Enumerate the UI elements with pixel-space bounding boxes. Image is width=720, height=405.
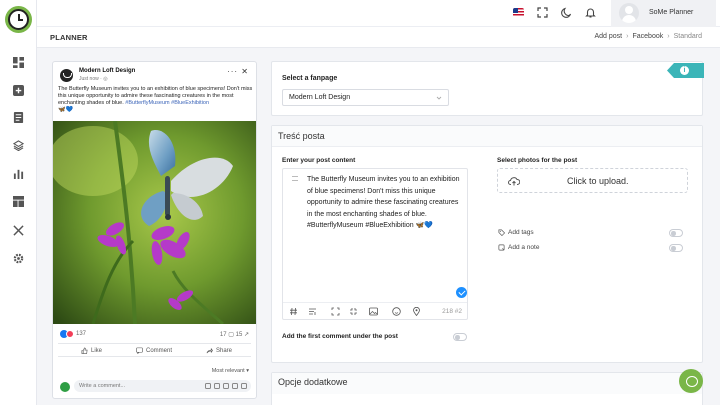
section-title: Treść posta xyxy=(278,131,325,141)
layout-icon[interactable] xyxy=(11,194,25,208)
share-icon xyxy=(206,347,213,354)
character-counter: 218 #2 xyxy=(442,308,462,315)
preview-header: Modern Loft Design Just now · ◎ ··· ✕ xyxy=(58,67,251,83)
clock-icon xyxy=(8,9,29,30)
post-text[interactable]: The Butterfly Museum invites you to an e… xyxy=(307,174,462,232)
top-bar: SoMe Planner xyxy=(37,0,720,27)
section-title: Opcje dodatkowe xyxy=(278,377,348,387)
reaction-stats: 137 17 ▢ 15 ↗ xyxy=(58,330,251,340)
editor-toolbar: 218 #2 xyxy=(283,302,467,319)
photos-label: Select photos for the post xyxy=(497,157,578,164)
content-label: Enter your post content xyxy=(282,157,356,164)
more-icon[interactable]: ··· ✕ xyxy=(227,67,249,76)
preview-hashtags: #ButterflyMuseum #BlueExhibition xyxy=(125,100,210,106)
drag-handle-icon[interactable] xyxy=(292,176,298,181)
share-stats: 17 ▢ 15 ↗ xyxy=(219,332,249,338)
post-preview: Modern Loft Design Just now · ◎ ··· ✕ Th… xyxy=(52,61,257,399)
share-button[interactable]: Share xyxy=(206,347,232,354)
gif-icon xyxy=(232,383,238,389)
bell-icon[interactable] xyxy=(585,7,596,18)
user-menu[interactable]: SoMe Planner xyxy=(611,0,716,27)
post-actions: Like Comment Share xyxy=(58,343,251,357)
photo-upload-dropzone[interactable]: Click to upload. xyxy=(497,168,688,193)
layers-icon[interactable] xyxy=(11,138,25,152)
breadcrumb-item[interactable]: Add post xyxy=(595,33,623,40)
chevron-down-icon xyxy=(436,96,442,100)
us-flag-icon[interactable] xyxy=(513,8,524,17)
avatar xyxy=(619,3,639,23)
sticker-icon xyxy=(241,383,247,389)
sticker-icon xyxy=(205,383,211,389)
page-avatar xyxy=(60,69,73,82)
first-comment-toggle[interactable] xyxy=(453,333,467,341)
chat-button[interactable] xyxy=(679,369,703,393)
breadcrumb-item: Standard xyxy=(673,33,702,40)
header: PLANNER Add post › Facebook › Standard xyxy=(37,27,720,48)
fullscreen-icon[interactable] xyxy=(537,7,548,18)
tools-icon[interactable] xyxy=(11,223,25,237)
moon-icon[interactable] xyxy=(561,7,572,18)
add-tags-toggle[interactable] xyxy=(669,229,683,237)
settings-icon[interactable] xyxy=(11,251,25,265)
share-icon: ↗ xyxy=(243,332,249,338)
add-square-icon[interactable] xyxy=(11,83,25,97)
breadcrumb: Add post › Facebook › Standard xyxy=(595,33,703,40)
page-title: PLANNER xyxy=(50,33,88,42)
camera-icon xyxy=(223,383,229,389)
shrink-icon[interactable] xyxy=(349,307,358,316)
cloud-upload-icon xyxy=(508,177,520,186)
chevron-right-icon: › xyxy=(667,33,670,40)
note-icon xyxy=(498,244,505,251)
fanpage-label: Select a fanpage xyxy=(282,75,338,82)
preview-text: The Butterfly Museum invites you to an e… xyxy=(58,86,253,106)
avatar xyxy=(60,382,70,392)
comment-input[interactable]: Write a comment... xyxy=(74,380,251,392)
page-name: Modern Loft Design xyxy=(79,68,136,74)
like-button[interactable]: Like xyxy=(81,347,102,354)
reactions-count: 137 xyxy=(76,331,87,337)
add-note-row: Add a note xyxy=(498,244,539,251)
emoji-icon xyxy=(214,383,220,389)
app-logo[interactable] xyxy=(5,6,32,33)
add-tags-row: Add tags xyxy=(498,229,534,236)
first-comment-label: Add the first comment under the post xyxy=(282,333,398,340)
post-time: Just now · ◎ xyxy=(79,76,108,82)
reactions-icon xyxy=(60,330,75,338)
fanpage-panel: Select a fanpage Modern Loft Design xyxy=(271,61,703,116)
comment-sort[interactable]: Most relevant ▾ xyxy=(212,368,249,374)
breadcrumb-item[interactable]: Facebook xyxy=(632,33,663,40)
add-note-toggle[interactable] xyxy=(669,244,683,252)
document-icon[interactable] xyxy=(11,110,25,124)
bar-chart-icon[interactable] xyxy=(11,166,25,180)
upload-text: Click to upload. xyxy=(567,176,629,186)
image-icon[interactable] xyxy=(369,307,378,316)
check-icon[interactable] xyxy=(456,287,467,298)
dashboard-icon[interactable] xyxy=(11,55,25,69)
chevron-right-icon: › xyxy=(626,33,629,40)
butterfly-photo xyxy=(53,121,256,324)
comment-icon xyxy=(136,347,143,354)
text-format-icon[interactable] xyxy=(308,307,317,316)
post-content-editor[interactable]: The Butterfly Museum invites you to an e… xyxy=(282,168,468,320)
comment-button[interactable]: Comment xyxy=(136,347,172,354)
comment-tools xyxy=(205,383,247,389)
location-icon[interactable] xyxy=(412,306,421,317)
comment-composer: Write a comment... xyxy=(58,380,251,392)
tag-icon xyxy=(498,229,505,236)
preview-emoji: 🦋💙 xyxy=(58,107,73,113)
thumbs-up-icon xyxy=(81,347,88,354)
hashtag-icon[interactable] xyxy=(289,307,298,316)
post-image xyxy=(53,121,256,324)
user-name: SoMe Planner xyxy=(649,9,694,16)
info-icon[interactable]: i xyxy=(680,66,689,75)
expand-icon[interactable] xyxy=(331,307,340,316)
comment-icon: ▢ xyxy=(228,332,234,338)
globe-icon: ◎ xyxy=(103,76,108,82)
sidebar xyxy=(0,0,37,405)
fanpage-select[interactable]: Modern Loft Design xyxy=(282,89,449,106)
emoji-icon[interactable] xyxy=(392,307,401,316)
